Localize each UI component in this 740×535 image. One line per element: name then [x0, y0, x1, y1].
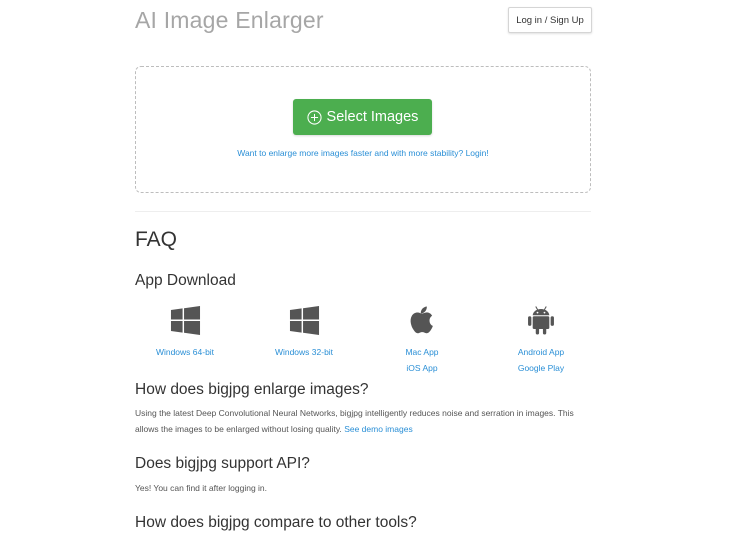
page: AI Image Enlarger Log in / Sign Up Selec… — [0, 0, 740, 535]
apple-icon — [410, 306, 433, 334]
windows-icon — [170, 305, 200, 336]
google-play-link[interactable]: Google Play — [486, 361, 596, 377]
download-android: Android App Google Play — [486, 304, 596, 376]
android-icon — [528, 306, 554, 335]
faq-question-enlarge: How does bigjpg enlarge images? — [135, 381, 369, 398]
login-signup-button[interactable]: Log in / Sign Up — [508, 7, 592, 33]
app-download-title: App Download — [135, 272, 236, 289]
section-divider — [135, 211, 591, 212]
faq-question-api: Does bigjpg support API? — [135, 455, 310, 472]
plus-circle-icon — [306, 109, 322, 125]
mac-app-link[interactable]: Mac App — [367, 345, 477, 361]
windows-64-link[interactable]: Windows 64-bit — [130, 345, 240, 361]
see-demo-images-link[interactable]: See demo images — [344, 424, 413, 434]
android-app-link[interactable]: Android App — [486, 345, 596, 361]
select-images-button[interactable]: Select Images — [293, 99, 432, 135]
login-hint-link[interactable]: Want to enlarge more images faster and w… — [136, 148, 590, 158]
image-drop-zone[interactable]: Select Images Want to enlarge more image… — [135, 66, 591, 193]
faq-title: FAQ — [135, 228, 178, 251]
download-windows-32: Windows 32-bit — [249, 304, 359, 361]
ios-app-link[interactable]: iOS App — [367, 361, 477, 377]
windows-32-link[interactable]: Windows 32-bit — [249, 345, 359, 361]
download-windows-64: Windows 64-bit — [130, 304, 240, 361]
select-images-label: Select Images — [326, 109, 419, 125]
download-apple: Mac App iOS App — [367, 304, 477, 376]
app-title: AI Image Enlarger — [135, 7, 324, 33]
faq-question-compare: How does bigjpg compare to other tools? — [135, 514, 417, 531]
faq-answer-api: Yes! You can find it after logging in. — [135, 483, 268, 493]
faq-answer-enlarge: Using the latest Deep Convolutional Neur… — [135, 405, 591, 437]
windows-icon — [289, 305, 319, 336]
